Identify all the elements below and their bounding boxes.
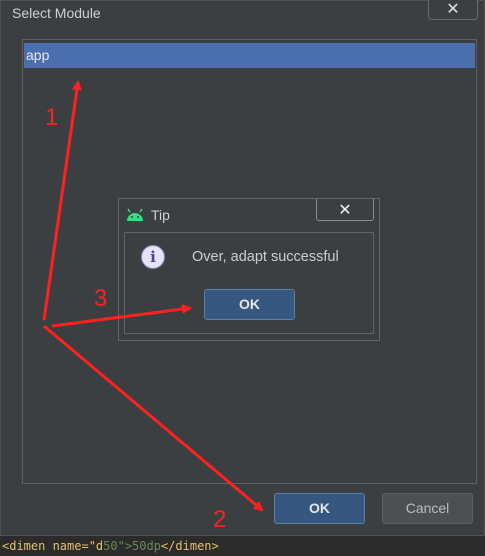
dialog-titlebar: Select Module ✕ [1,0,484,27]
annotation-step-3: 3 [94,285,108,312]
close-icon: ✕ [338,200,352,219]
editor-code-line: <dimen name="d50">50dp</dimen> [0,536,485,556]
close-icon: ✕ [446,0,460,18]
tip-close-button[interactable]: ✕ [316,199,374,221]
annotation-step-1: 1 [45,104,59,131]
tip-dialog: Tip ✕ i Over, adapt successful OK [118,198,380,341]
tip-ok-button[interactable]: OK [204,289,295,320]
dialog-close-button[interactable]: ✕ [428,0,478,20]
tip-titlebar: Tip ✕ [119,199,379,229]
tip-message: Over, adapt successful [192,249,339,265]
tip-title: Tip [151,207,170,223]
ok-button[interactable]: OK [274,493,365,524]
android-icon [127,208,143,221]
info-icon: i [141,245,165,269]
annotation-step-2: 2 [213,506,227,533]
list-item[interactable]: app [24,43,475,68]
cancel-button[interactable]: Cancel [382,493,473,524]
dialog-title: Select Module [12,5,101,21]
